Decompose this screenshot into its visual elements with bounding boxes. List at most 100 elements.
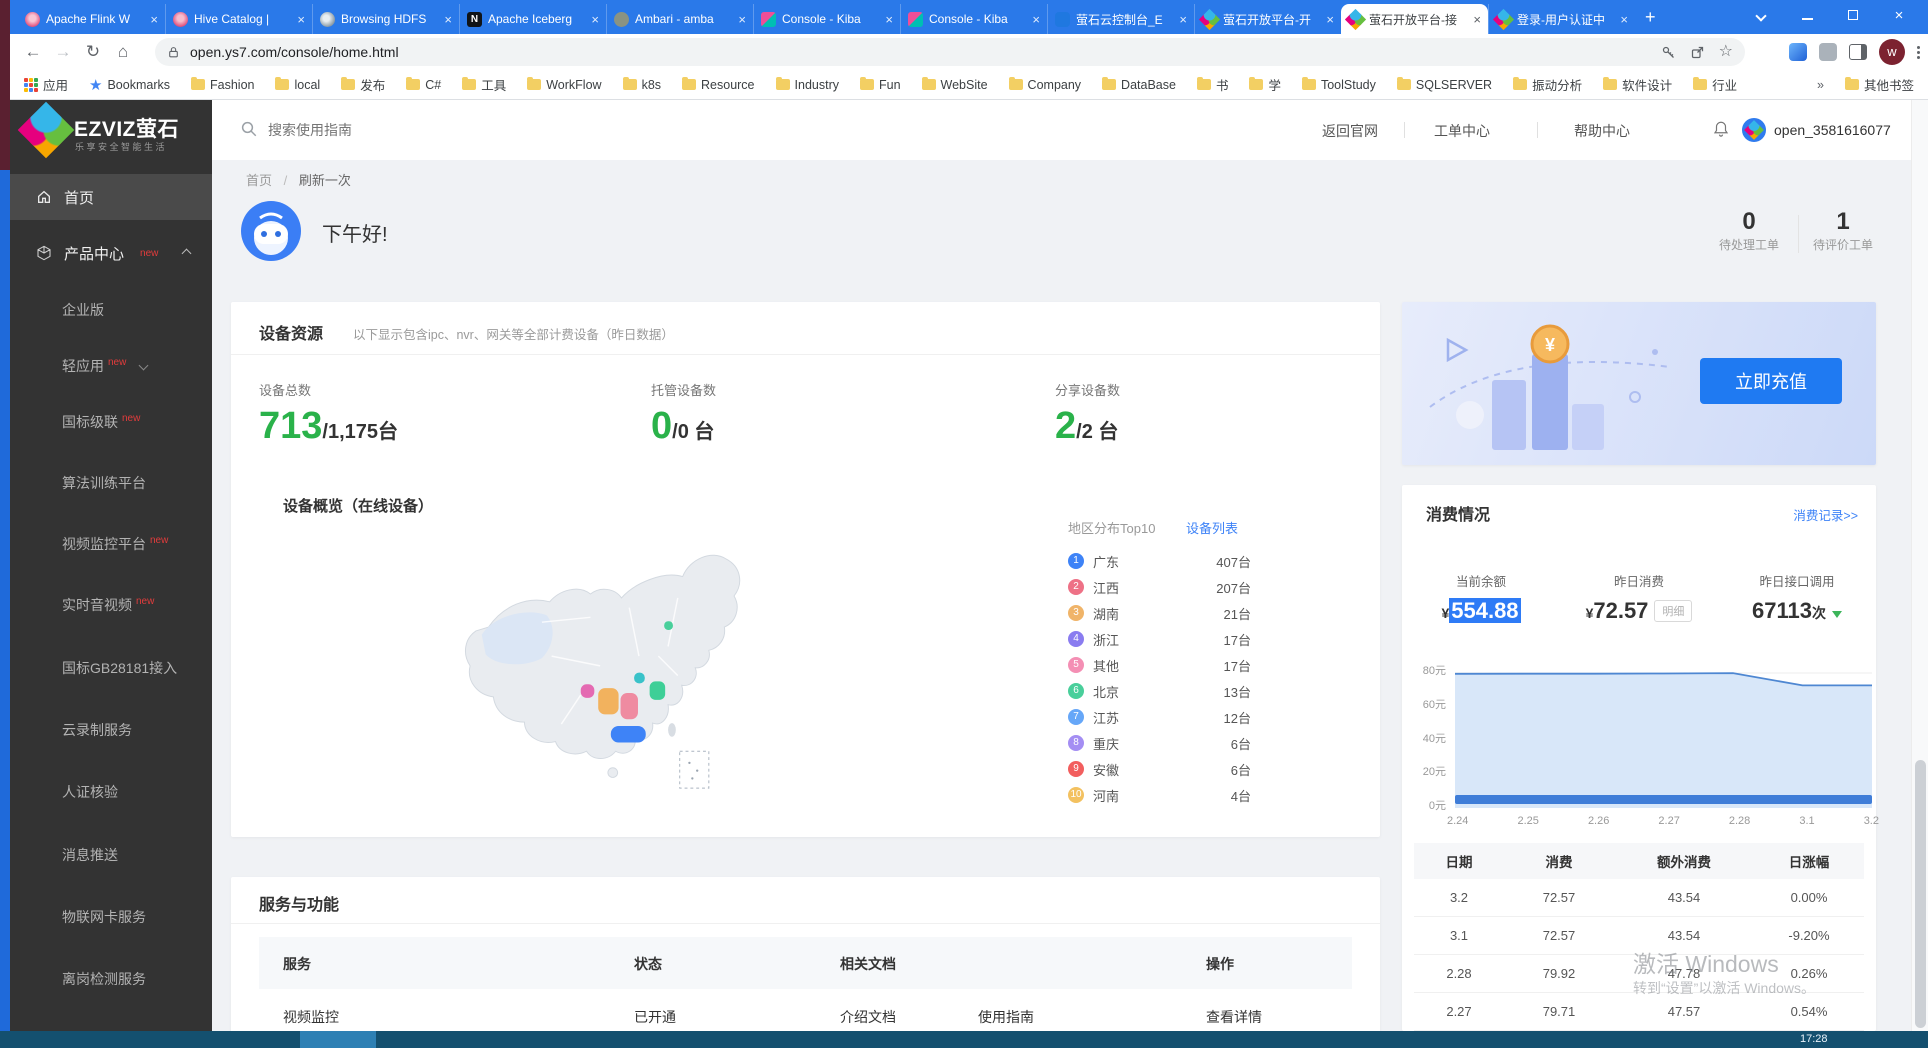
sidebar-subitem[interactable]: 物联网卡服务 bbox=[62, 907, 146, 927]
header-link-official-site[interactable]: 返回官网 bbox=[1322, 121, 1378, 141]
sidebar-subitem[interactable]: 实时音视频new bbox=[62, 595, 154, 615]
bookmark-folder[interactable]: 振动分析 bbox=[1513, 75, 1582, 94]
bookmark-folder[interactable]: ToolStudy bbox=[1302, 78, 1376, 92]
tab-close-icon[interactable]: × bbox=[885, 13, 893, 26]
bookmark-folder[interactable]: Fashion bbox=[191, 78, 254, 92]
consumption-records-link[interactable]: 消费记录>> bbox=[1793, 505, 1858, 524]
service-doc-guide[interactable]: 使用指南 bbox=[978, 1007, 1034, 1027]
browser-tab[interactable]: Console - Kiba× bbox=[753, 4, 900, 34]
share-icon[interactable] bbox=[1690, 45, 1705, 60]
scrollbar-thumb[interactable] bbox=[1915, 760, 1926, 1028]
bookmark-folder[interactable]: DataBase bbox=[1102, 78, 1176, 92]
recharge-button[interactable]: 立即充值 bbox=[1700, 358, 1842, 404]
browser-tab[interactable]: Ambari - amba× bbox=[606, 4, 753, 34]
apps-shortcut[interactable]: 应用 bbox=[24, 75, 68, 94]
username[interactable]: open_3581616077 bbox=[1774, 122, 1891, 138]
service-doc-intro[interactable]: 介绍文档 bbox=[840, 1007, 896, 1027]
browser-tab[interactable]: 登录-用户认证中× bbox=[1488, 4, 1635, 34]
bookmark-folder[interactable]: WorkFlow bbox=[527, 78, 601, 92]
bookmark-folder[interactable]: Industry bbox=[776, 78, 839, 92]
header-link-ticket-center[interactable]: 工单中心 bbox=[1434, 121, 1490, 141]
bell-icon[interactable] bbox=[1712, 120, 1730, 138]
sidebar-subitem[interactable]: 国标GB28181接入 bbox=[62, 658, 177, 678]
china-map[interactable] bbox=[430, 530, 780, 792]
browser-tab[interactable]: Browsing HDFS× bbox=[312, 4, 459, 34]
tab-close-icon[interactable]: × bbox=[1032, 13, 1040, 26]
password-key-icon[interactable] bbox=[1661, 45, 1676, 60]
bookmark-folder[interactable]: k8s bbox=[623, 78, 661, 92]
sidebar-item-home[interactable]: 首页 bbox=[10, 174, 212, 220]
windows-taskbar[interactable]: 17:28 bbox=[0, 1031, 1928, 1048]
sidebar-subitem[interactable]: 消息推送 bbox=[62, 845, 118, 865]
bookmark-folder[interactable]: WebSite bbox=[922, 78, 988, 92]
sidebar-subitem[interactable]: 企业版 bbox=[62, 300, 104, 320]
sidebar-subitem[interactable]: 轻应用new bbox=[62, 356, 147, 376]
tab-close-icon[interactable]: × bbox=[444, 13, 452, 26]
bookmark-folder[interactable]: SQLSERVER bbox=[1397, 78, 1492, 92]
bookmark-folder[interactable]: local bbox=[275, 78, 320, 92]
header-link-help-center[interactable]: 帮助中心 bbox=[1574, 121, 1630, 141]
to-review-tickets-stat[interactable]: 1 待评价工单 bbox=[1806, 208, 1880, 253]
pending-tickets-stat[interactable]: 0 待处理工单 bbox=[1712, 208, 1786, 253]
home-button[interactable]: ⌂ bbox=[108, 42, 138, 62]
maximize-button[interactable] bbox=[1830, 7, 1876, 24]
close-window-button[interactable]: × bbox=[1876, 7, 1922, 24]
sidebar-subitem[interactable]: 算法训练平台 bbox=[62, 473, 146, 493]
back-button[interactable]: ← bbox=[18, 42, 48, 62]
sidebar-subitem[interactable]: 国标级联new bbox=[62, 412, 140, 432]
tab-close-icon[interactable]: × bbox=[591, 13, 599, 26]
browser-tab[interactable]: Console - Kiba× bbox=[900, 4, 1047, 34]
sidebar-item-product-center[interactable]: 产品中心new bbox=[10, 230, 212, 276]
tab-close-icon[interactable]: × bbox=[1473, 13, 1481, 26]
url-text[interactable]: open.ys7.com/console/home.html bbox=[190, 44, 1651, 60]
bookmark-folder[interactable]: Resource bbox=[682, 78, 755, 92]
browser-tab[interactable]: Hive Catalog |× bbox=[165, 4, 312, 34]
sidebar-subitem[interactable]: 人证核验 bbox=[62, 782, 118, 802]
address-bar[interactable]: open.ys7.com/console/home.html ☆ bbox=[155, 38, 1745, 66]
device-list-link[interactable]: 设备列表 bbox=[1186, 518, 1238, 537]
browser-profile-avatar[interactable]: w bbox=[1879, 39, 1905, 65]
tab-close-icon[interactable]: × bbox=[1620, 13, 1628, 26]
bookmarks-overflow-chevron[interactable]: » bbox=[1817, 78, 1824, 92]
taskbar-app-button[interactable] bbox=[300, 1031, 376, 1048]
tab-close-icon[interactable]: × bbox=[150, 13, 158, 26]
bookmark-star-icon[interactable]: ☆ bbox=[1719, 44, 1733, 60]
user-avatar[interactable] bbox=[1742, 118, 1766, 142]
bookmark-folder[interactable]: 工具 bbox=[462, 75, 506, 94]
bookmark-folder[interactable]: Fun bbox=[860, 78, 901, 92]
tab-close-icon[interactable]: × bbox=[297, 13, 305, 26]
bookmark-folder[interactable]: 软件设计 bbox=[1603, 75, 1672, 94]
extension-icon[interactable] bbox=[1789, 43, 1807, 61]
bookmark-folder[interactable]: C# bbox=[406, 78, 441, 92]
refresh-button[interactable]: ↻ bbox=[78, 42, 108, 62]
search-input[interactable] bbox=[268, 114, 768, 146]
browser-tab[interactable]: 萤石云控制台_E× bbox=[1047, 4, 1194, 34]
browser-tab[interactable]: NApache Iceberg× bbox=[459, 4, 606, 34]
bookmark-item[interactable]: ★Bookmarks bbox=[89, 76, 170, 94]
service-detail-link[interactable]: 查看详情 bbox=[1206, 1007, 1262, 1027]
forward-button[interactable]: → bbox=[48, 42, 78, 62]
side-panel-icon[interactable] bbox=[1849, 44, 1867, 60]
sidebar-subitem[interactable]: 云录制服务 bbox=[62, 720, 132, 740]
new-tab-button[interactable]: + bbox=[1645, 7, 1656, 28]
sidebar-subitem[interactable]: 视频监控平台new bbox=[62, 534, 168, 554]
extensions-puzzle-icon[interactable] bbox=[1819, 43, 1837, 61]
browser-menu-icon[interactable] bbox=[1917, 46, 1920, 59]
tab-close-icon[interactable]: × bbox=[1326, 13, 1334, 26]
page-scrollbar[interactable] bbox=[1911, 100, 1928, 1031]
browser-tab[interactable]: Apache Flink W× bbox=[18, 4, 165, 34]
tab-close-icon[interactable]: × bbox=[738, 13, 746, 26]
bookmark-folder[interactable]: 学 bbox=[1249, 75, 1281, 94]
sidebar-subitem[interactable]: 离岗检测服务 bbox=[62, 969, 146, 989]
breadcrumb-home[interactable]: 首页 bbox=[246, 173, 272, 188]
minimize-button[interactable] bbox=[1784, 7, 1830, 24]
tab-search-icon[interactable] bbox=[1738, 7, 1784, 24]
browser-tab[interactable]: 萤石开放平台-开× bbox=[1194, 4, 1341, 34]
other-bookmarks[interactable]: 其他书签 bbox=[1845, 75, 1914, 94]
bookmark-folder[interactable]: 发布 bbox=[341, 75, 385, 94]
bookmark-folder[interactable]: Company bbox=[1009, 78, 1082, 92]
detail-chip[interactable]: 明细 bbox=[1654, 600, 1692, 622]
browser-tab-active[interactable]: 萤石开放平台-接× bbox=[1341, 4, 1488, 34]
tab-close-icon[interactable]: × bbox=[1179, 13, 1187, 26]
bookmark-folder[interactable]: 行业 bbox=[1693, 75, 1737, 94]
